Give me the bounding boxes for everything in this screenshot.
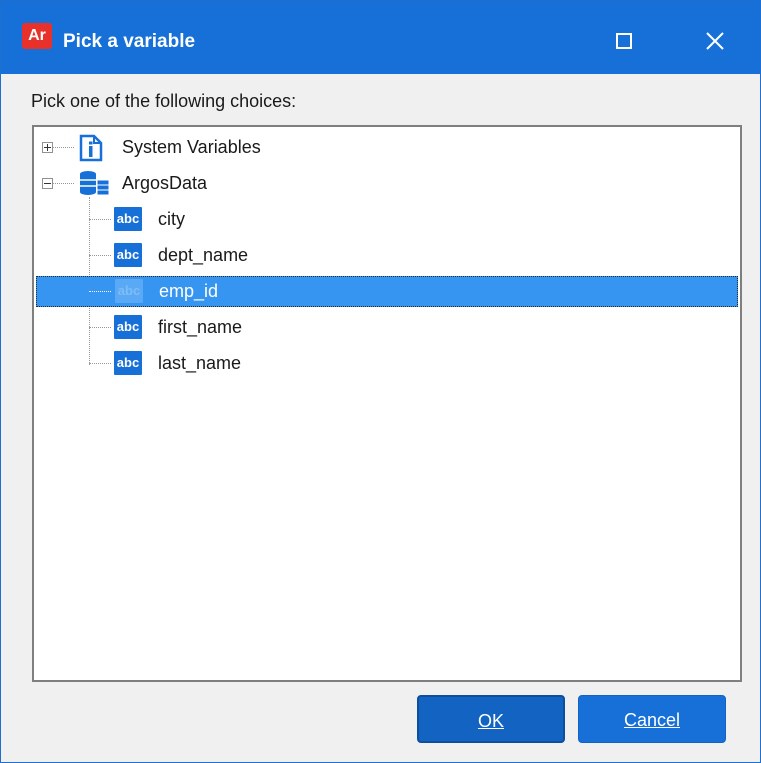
abc-icon: abc	[115, 279, 143, 303]
maximize-button[interactable]	[598, 21, 648, 61]
tree-line	[89, 291, 111, 292]
tree-node-last-name[interactable]: abc last_name	[34, 348, 734, 378]
database-icon	[80, 171, 110, 196]
tree-node-label: last_name	[158, 353, 242, 373]
expand-plus-icon[interactable]	[42, 142, 53, 153]
abc-icon: abc	[114, 207, 142, 231]
tree-node-label: System Variables	[122, 137, 261, 157]
variable-tree[interactable]: System Variables ArgosData abc city abc …	[32, 125, 742, 682]
tree-node-emp-id[interactable]: abc emp_id	[36, 276, 738, 307]
abc-icon: abc	[114, 315, 142, 339]
tree-node-label: ArgosData	[122, 173, 208, 193]
tree-node-label: dept_name	[158, 245, 249, 265]
dialog-title: Pick a variable	[63, 31, 196, 52]
prompt-label: Pick one of the following choices:	[31, 91, 297, 111]
argos-logo-icon: Ar	[22, 23, 52, 49]
ok-button[interactable]: OK	[417, 695, 565, 743]
tree-node-argosdata[interactable]: ArgosData	[34, 168, 734, 198]
title-bar[interactable]: Ar Pick a variable	[1, 1, 760, 74]
tree-node-label: first_name	[158, 317, 243, 337]
tree-node-label: city	[158, 209, 185, 229]
collapse-minus-icon[interactable]	[42, 178, 53, 189]
close-button[interactable]	[689, 21, 739, 61]
abc-icon: abc	[114, 351, 142, 375]
close-icon	[706, 32, 724, 50]
tree-node-city[interactable]: abc city	[34, 204, 734, 234]
tree-node-system-variables[interactable]: System Variables	[34, 132, 734, 162]
document-icon	[79, 134, 103, 162]
tree-node-dept-name[interactable]: abc dept_name	[34, 240, 734, 270]
cancel-button[interactable]: Cancel	[578, 695, 726, 743]
abc-icon: abc	[114, 243, 142, 267]
tree-node-label: emp_id	[159, 281, 219, 301]
pick-variable-dialog: Ar Pick a variable Pick one of the follo…	[0, 0, 761, 763]
tree-node-first-name[interactable]: abc first_name	[34, 312, 734, 342]
maximize-icon	[616, 33, 632, 49]
